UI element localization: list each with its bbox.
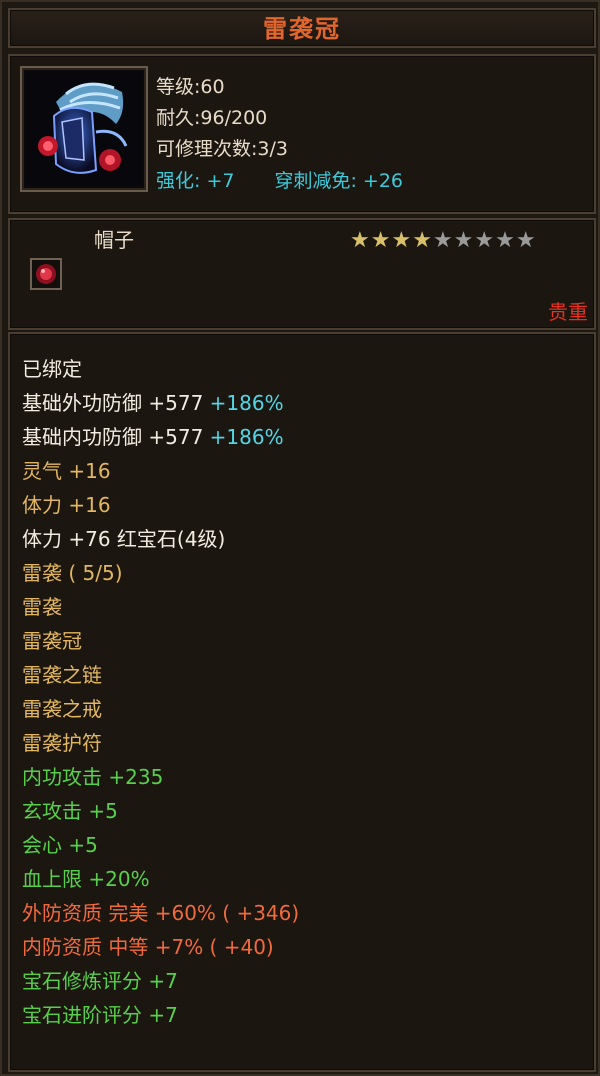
attribute-line: 血上限 +20% <box>22 862 299 896</box>
attribute-text: 宝石修炼评分 +7 <box>22 969 178 993</box>
attribute-text: 基础外功防御 +577 <box>22 391 204 415</box>
attribute-list: 已绑定 基础外功防御 +577 +186% 基础内功防御 +577 +186% 灵气 … <box>22 352 299 1032</box>
star-empty-icon: ★ <box>453 228 475 253</box>
attribute-text: 内功攻击 +235 <box>22 765 164 789</box>
star-filled-icon: ★ <box>370 228 392 253</box>
attribute-text: 已绑定 <box>22 357 82 381</box>
title-bar: 雷袭冠 <box>8 8 596 48</box>
attribute-text: 血上限 +20% <box>22 867 150 891</box>
attribute-line: 雷袭 ( 5/5) <box>22 556 299 590</box>
item-icon-frame[interactable] <box>20 66 148 192</box>
attribute-line: 外防资质 完美 +60% ( +346) <box>22 896 299 930</box>
star-rating: ★★★★★★★★★ <box>350 228 537 253</box>
enhance-row: 强化: +7 穿刺减免: +26 <box>156 166 403 193</box>
rarity-label: 贵重 <box>548 300 588 324</box>
star-empty-icon: ★ <box>495 228 516 253</box>
level-stat: 等级:60 <box>156 76 225 98</box>
attribute-line: 雷袭之链 <box>22 658 299 692</box>
attribute-line: 雷袭护符 <box>22 726 299 760</box>
red-gem-icon <box>36 264 56 284</box>
attribute-line: 内防资质 中等 +7% ( +40) <box>22 930 299 964</box>
item-summary-panel: 等级:60 耐久:96/200 可修理次数:3/3 强化: +7 穿刺减免: +2… <box>8 54 596 214</box>
attribute-text: 基础内功防御 +577 <box>22 425 204 449</box>
attribute-text: 雷袭冠 <box>22 629 82 653</box>
attribute-text: 会心 +5 <box>22 833 98 857</box>
attribute-line: 基础外功防御 +577 +186% <box>22 386 299 420</box>
attribute-text: 雷袭 ( 5/5) <box>22 561 123 585</box>
attribute-line: 会心 +5 <box>22 828 299 862</box>
attribute-line: 宝石修炼评分 +7 <box>22 964 299 998</box>
attribute-bonus: +186% <box>203 425 284 449</box>
attribute-line: 体力 +76 红宝石(4级) <box>22 522 299 556</box>
attribute-text: 雷袭之戒 <box>22 697 102 721</box>
attribute-text: 宝石进阶评分 +7 <box>22 1003 178 1027</box>
attribute-line: 体力 +16 <box>22 488 299 522</box>
attribute-line: 雷袭 <box>22 590 299 624</box>
item-type-name: 帽子 <box>94 228 134 252</box>
star-empty-icon: ★ <box>474 228 496 253</box>
gem-slot[interactable] <box>30 258 62 290</box>
attribute-text: 灵气 +16 <box>22 459 111 483</box>
repair-count-stat: 可修理次数:3/3 <box>156 138 288 160</box>
star-filled-icon: ★ <box>350 228 371 253</box>
attribute-line: 玄攻击 +5 <box>22 794 299 828</box>
attribute-text: 内防资质 中等 +7% ( +40) <box>22 935 274 959</box>
item-title: 雷袭冠 <box>263 14 341 43</box>
attribute-line: 基础内功防御 +577 +186% <box>22 420 299 454</box>
item-tooltip: 雷袭冠 等级:60 耐久:96/200 可修理次数:3/3 强化: +7 穿刺减… <box>0 0 600 1076</box>
attribute-text: 雷袭护符 <box>22 731 102 755</box>
attribute-text: 体力 +76 红宝石(4级) <box>22 527 226 551</box>
star-filled-icon: ★ <box>412 228 433 253</box>
pierce-reduce-stat: 穿刺减免: +26 <box>274 170 403 192</box>
attribute-bonus: +186% <box>203 391 284 415</box>
helmet-icon <box>26 72 142 186</box>
attribute-line: 雷袭冠 <box>22 624 299 658</box>
durability-stat: 耐久:96/200 <box>156 107 268 129</box>
star-empty-icon: ★ <box>515 228 537 253</box>
attribute-line: 灵气 +16 <box>22 454 299 488</box>
attribute-text: 雷袭 <box>22 595 62 619</box>
star-empty-icon: ★ <box>432 228 454 253</box>
attribute-text: 玄攻击 +5 <box>22 799 118 823</box>
attribute-text: 体力 +16 <box>22 493 111 517</box>
attribute-line: 内功攻击 +235 <box>22 760 299 794</box>
attributes-panel: 已绑定 基础外功防御 +577 +186% 基础内功防御 +577 +186% 灵气 … <box>8 332 596 1072</box>
attribute-text: 外防资质 完美 +60% ( +346) <box>22 901 300 925</box>
star-filled-icon: ★ <box>391 228 413 253</box>
item-info-panel: 帽子 ★★★★★★★★★ 贵重 <box>8 218 596 330</box>
attribute-line: 雷袭之戒 <box>22 692 299 726</box>
attribute-line: 已绑定 <box>22 352 299 386</box>
attribute-line: 宝石进阶评分 +7 <box>22 998 299 1032</box>
attribute-text: 雷袭之链 <box>22 663 102 687</box>
enhance-stat: 强化: +7 <box>156 170 235 192</box>
